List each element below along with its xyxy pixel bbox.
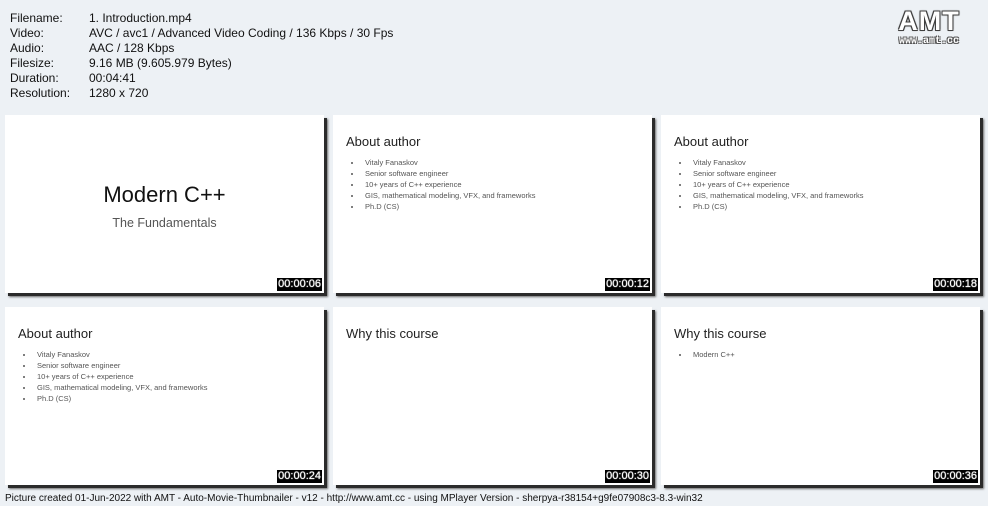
- thumbnail-4[interactable]: About author Vitaly Fanaskov Senior soft…: [5, 307, 324, 485]
- info-row-audio: Audio: AAC / 128 Kbps: [10, 41, 393, 56]
- bullet-item: Senior software engineer: [690, 168, 863, 179]
- bullet-item: Modern C++: [690, 349, 735, 360]
- bullet-item: Vitaly Fanaskov: [34, 349, 207, 360]
- timestamp: 00:00:12: [605, 278, 650, 291]
- bullet-item: 10+ years of C++ experience: [362, 179, 535, 190]
- info-key: Audio:: [10, 41, 45, 55]
- logo-text: AMT: [898, 6, 960, 36]
- thumbnail-grid: Modern C++ The Fundamentals 00:00:06 Abo…: [5, 115, 983, 487]
- info-row-duration: Duration: 00:04:41: [10, 71, 393, 86]
- bullet-item: Ph.D (CS): [362, 201, 535, 212]
- bullet-item: GIS, mathematical modeling, VFX, and fra…: [690, 190, 863, 201]
- info-row-video: Video: AVC / avc1 / Advanced Video Codin…: [10, 26, 393, 41]
- thumbnail-3[interactable]: About author Vitaly Fanaskov Senior soft…: [661, 115, 980, 293]
- thumbnail-2[interactable]: About author Vitaly Fanaskov Senior soft…: [333, 115, 652, 293]
- info-key: Filesize:: [10, 56, 55, 70]
- info-row-filesize: Filesize: 9.16 MB (9.605.979 Bytes): [10, 56, 393, 71]
- info-key: Duration:: [10, 71, 59, 85]
- bullet-item: Ph.D (CS): [690, 201, 863, 212]
- thumbnail-5[interactable]: Why this course 00:00:30: [333, 307, 652, 485]
- timestamp: 00:00:30: [605, 470, 650, 483]
- info-value: AAC / 128 Kbps: [89, 41, 175, 55]
- slide-bullets: Vitaly Fanaskov Senior software engineer…: [346, 157, 535, 212]
- slide-bullets: Vitaly Fanaskov Senior software engineer…: [18, 349, 207, 404]
- info-key: Resolution:: [10, 86, 71, 100]
- bullet-item: GIS, mathematical modeling, VFX, and fra…: [34, 382, 207, 393]
- info-row-resolution: Resolution: 1280 x 720: [10, 86, 393, 101]
- slide-bullets: Modern C++: [674, 349, 735, 360]
- timestamp: 00:00:06: [277, 278, 322, 291]
- bullet-item: Vitaly Fanaskov: [362, 157, 535, 168]
- slide-title: Why this course: [674, 326, 767, 341]
- bullet-item: Ph.D (CS): [34, 393, 207, 404]
- cover-title: Modern C++: [103, 182, 226, 207]
- info-key: Filename:: [10, 11, 63, 25]
- info-row-filename: Filename: 1. Introduction.mp4: [10, 11, 393, 26]
- info-value: 1. Introduction.mp4: [89, 11, 192, 25]
- logo-url: www.amt.cc: [898, 36, 959, 47]
- cover-subtitle: The Fundamentals: [112, 216, 217, 230]
- timestamp: 00:00:18: [933, 278, 978, 291]
- file-info: Filename: 1. Introduction.mp4 Video: AVC…: [10, 11, 393, 101]
- bullet-item: GIS, mathematical modeling, VFX, and fra…: [362, 190, 535, 201]
- info-value: 00:04:41: [89, 71, 136, 85]
- slide-title: About author: [346, 134, 421, 149]
- bullet-item: Senior software engineer: [362, 168, 535, 179]
- thumbnail-6[interactable]: Why this course Modern C++ 00:00:36: [661, 307, 980, 485]
- slide-title: Why this course: [346, 326, 439, 341]
- info-value: AVC / avc1 / Advanced Video Coding / 136…: [89, 26, 394, 40]
- info-value: 1280 x 720: [89, 86, 149, 100]
- thumbnail-1[interactable]: Modern C++ The Fundamentals 00:00:06: [5, 115, 324, 293]
- slide-title: About author: [18, 326, 93, 341]
- amt-logo: AMT www.amt.cc: [884, 6, 974, 48]
- slide-bullets: Vitaly Fanaskov Senior software engineer…: [674, 157, 863, 212]
- timestamp: 00:00:36: [933, 470, 978, 483]
- info-key: Video:: [10, 26, 44, 40]
- bullet-item: Senior software engineer: [34, 360, 207, 371]
- slide-title: About author: [674, 134, 749, 149]
- bullet-item: 10+ years of C++ experience: [34, 371, 207, 382]
- info-value: 9.16 MB (9.605.979 Bytes): [89, 56, 232, 70]
- footer-credit: Picture created 01-Jun-2022 with AMT - A…: [5, 493, 703, 504]
- bullet-item: Vitaly Fanaskov: [690, 157, 863, 168]
- bullet-item: 10+ years of C++ experience: [690, 179, 863, 190]
- timestamp: 00:00:24: [277, 470, 322, 483]
